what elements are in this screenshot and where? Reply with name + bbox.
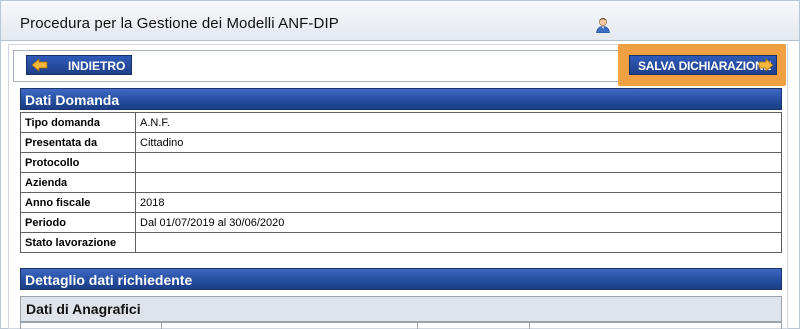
section-header-dettaglio-richiedente: Dettaglio dati richiedente xyxy=(20,268,782,290)
field-value xyxy=(135,172,782,193)
table-cell-divider xyxy=(161,323,162,329)
field-label: Periodo xyxy=(20,212,136,233)
field-value: Cittadino xyxy=(135,132,782,153)
field-value: A.N.F. xyxy=(135,112,782,133)
field-label: Azienda xyxy=(20,172,136,193)
arrow-left-icon xyxy=(31,58,49,75)
field-value: 2018 xyxy=(135,192,782,213)
field-label: Presentata da xyxy=(20,132,136,153)
field-label: Tipo domanda xyxy=(20,112,136,133)
save-button[interactable]: SALVA DICHIARAZIONE xyxy=(629,55,777,75)
save-button-label: SALVA DICHIARAZIONE xyxy=(638,59,772,73)
field-value xyxy=(135,152,782,173)
section-header-dati-domanda: Dati Domanda xyxy=(20,88,782,110)
user-icon[interactable] xyxy=(595,17,611,34)
field-value: Dal 01/07/2019 al 30/06/2020 xyxy=(135,212,782,233)
table-cell-divider xyxy=(529,323,530,329)
field-label: Anno fiscale xyxy=(20,192,136,213)
back-button-label: INDIETRO xyxy=(68,59,126,73)
title-bar: Procedura per la Gestione dei Modelli AN… xyxy=(1,1,799,41)
field-label: Stato lavorazione xyxy=(20,232,136,253)
table-row: Periodo Dal 01/07/2019 al 30/06/2020 xyxy=(20,212,782,233)
table-row: Tipo domanda A.N.F. xyxy=(20,112,782,133)
dati-domanda-table: Tipo domanda A.N.F. Presentata da Cittadino… xyxy=(20,112,782,253)
anagrafici-table-row xyxy=(20,322,782,329)
field-value xyxy=(135,232,782,253)
arrow-right-icon xyxy=(758,58,774,75)
page-title: Procedura per la Gestione dei Modelli AN… xyxy=(20,15,339,32)
table-row: Anno fiscale 2018 xyxy=(20,192,782,213)
table-cell-divider xyxy=(417,323,418,329)
back-button[interactable]: INDIETRO xyxy=(26,55,132,75)
table-row: Presentata da Cittadino xyxy=(20,132,782,153)
table-row: Stato lavorazione xyxy=(20,232,782,253)
table-row: Protocollo xyxy=(20,152,782,173)
field-label: Protocollo xyxy=(20,152,136,173)
table-row: Azienda xyxy=(20,172,782,193)
subheader-dati-anagrafici: Dati di Anagrafici xyxy=(20,296,782,322)
